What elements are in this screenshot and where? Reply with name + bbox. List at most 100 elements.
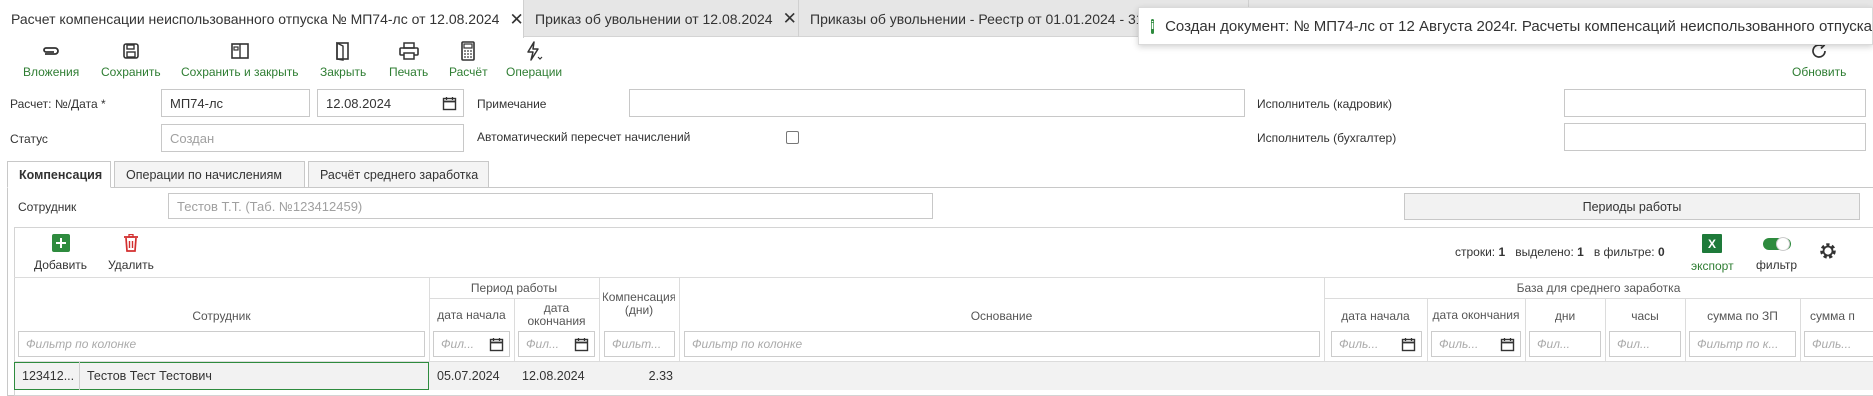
filter-placeholder: Фил...	[526, 337, 559, 351]
col-sum-p-header[interactable]: сумма п	[1800, 306, 1873, 326]
col-zp-sum-header[interactable]: сумма по ЗП	[1685, 306, 1800, 326]
row-wp-end[interactable]: 12.08.2024	[522, 362, 597, 390]
print-label: Печать	[389, 65, 429, 79]
employee-input[interactable]: Тестов Т.Т. (Таб. №123412459)	[168, 193, 933, 219]
col-days-header[interactable]: дни	[1525, 306, 1605, 326]
toggle-on-icon	[1762, 236, 1791, 255]
tab-accrual-operations[interactable]: Операции по начислениям	[114, 161, 305, 188]
basis-filter-input[interactable]: Фильтр по колонке	[684, 331, 1320, 357]
base-sub-line	[1324, 298, 1873, 299]
save-close-icon	[230, 40, 250, 62]
toast-text: Создан документ: № МП74-лс от 12 Августа…	[1165, 17, 1873, 35]
col-wp-start-header[interactable]: дата начала	[429, 299, 514, 331]
add-button[interactable]: Добавить	[34, 234, 87, 272]
delete-label: Удалить	[108, 258, 154, 272]
base-end-filter-input[interactable]: Филь...	[1431, 331, 1521, 357]
tab-label: Приказы об увольнении - Реестр от 01.01.…	[810, 10, 1148, 27]
hr-executor-input[interactable]	[1564, 89, 1866, 117]
save-close-button[interactable]: Сохранить и закрыть	[181, 40, 298, 79]
col-basis-header[interactable]: Основание	[679, 306, 1324, 326]
accountant-executor-label: Исполнитель (бухгалтер)	[1257, 131, 1397, 145]
filtered-label: в фильтре:	[1593, 245, 1655, 259]
calculator-icon	[460, 40, 476, 62]
hr-executor-label: Исполнитель (кадровик)	[1257, 97, 1392, 111]
filter-placeholder: Фил...	[441, 337, 474, 351]
add-label: Добавить	[34, 258, 88, 272]
filter-toggle[interactable]: фильтр	[1756, 236, 1797, 272]
rows-count: 1	[1498, 245, 1506, 259]
col-divider	[79, 362, 80, 390]
zp-sum-filter-input[interactable]: Фильтр по к...	[1689, 331, 1796, 357]
date-input[interactable]: 12.08.2024	[317, 89, 464, 117]
base-start-filter-input[interactable]: Филь...	[1331, 331, 1422, 357]
calc-label: Расчёт	[449, 65, 488, 79]
employee-label: Сотрудник	[18, 200, 77, 214]
tab-compensation-calc[interactable]: Расчет компенсации неиспользованного отп…	[0, 0, 524, 38]
sum-p-filter-input[interactable]: Филь...	[1804, 331, 1873, 357]
attachments-button[interactable]: Вложения	[23, 40, 79, 79]
calendar-icon[interactable]	[1500, 337, 1515, 355]
excel-icon: X	[1702, 234, 1723, 256]
print-button[interactable]: Печать	[389, 40, 428, 79]
export-button[interactable]: X экспорт	[1691, 234, 1734, 273]
attachments-label: Вложения	[23, 65, 80, 79]
save-button[interactable]: Сохранить	[101, 40, 161, 79]
calendar-icon[interactable]	[489, 337, 504, 355]
svg-text:X: X	[1708, 237, 1716, 251]
tab-compensation[interactable]: Компенсация	[7, 161, 111, 188]
rows-label: строки:	[1455, 245, 1496, 259]
calendar-icon[interactable]	[574, 337, 589, 355]
col-hours-header[interactable]: часы	[1605, 306, 1685, 326]
tab-dismissal-order[interactable]: Приказ об увольнении от 12.08.2024 ✕	[524, 0, 799, 37]
operations-button[interactable]: Операции	[506, 40, 562, 79]
wp-start-filter-input[interactable]: Фил...	[433, 331, 510, 357]
number-input[interactable]: МП74-лс	[161, 89, 310, 117]
auto-recalc-label: Автоматический пересчет начислений	[477, 130, 691, 144]
calendar-icon[interactable]	[442, 96, 457, 114]
selected-label: выделено:	[1515, 245, 1574, 259]
days-filter-input[interactable]: Фил...	[1529, 331, 1601, 357]
tab-label: Расчет компенсации неиспользованного отп…	[11, 11, 500, 27]
operations-label: Операции	[506, 65, 563, 79]
calendar-icon[interactable]	[1401, 337, 1416, 355]
calc-button[interactable]: Расчёт	[449, 40, 488, 79]
tab-label: Приказ об увольнении от 12.08.2024	[535, 10, 773, 27]
tab-average-salary[interactable]: Расчёт среднего заработка	[308, 161, 489, 188]
hours-filter-input[interactable]: Фил...	[1609, 331, 1681, 357]
wp-end-filter-input[interactable]: Фил...	[518, 331, 595, 357]
auto-recalc-checkbox[interactable]	[786, 131, 799, 144]
col-base-end-header[interactable]: дата окончания	[1427, 299, 1525, 331]
grid-stats: строки: 1 выделено: 1 в фильтре: 0	[1455, 245, 1665, 259]
save-label: Сохранить	[101, 65, 161, 79]
save-icon	[122, 40, 140, 62]
notification-toast: i Создан документ: № МП74-лс от 12 Авгус…	[1138, 7, 1873, 45]
refresh-label: Обновить	[1792, 65, 1847, 79]
close-button[interactable]: Закрыть	[320, 40, 366, 79]
filter-label: фильтр	[1756, 258, 1798, 272]
status-input[interactable]: Создан	[161, 124, 464, 152]
row-comp-days[interactable]: 2.33	[602, 362, 673, 390]
col-work-period-header: Период работы	[470, 280, 558, 295]
close-icon[interactable]: ✕	[783, 10, 797, 27]
row-employee-name[interactable]: Тестов Тест Тестович	[87, 362, 422, 390]
comp-days-filter-input[interactable]: Фильт...	[604, 331, 675, 357]
col-comp-days-header[interactable]: Компенсация (дни)	[603, 279, 675, 329]
gear-icon[interactable]	[1818, 241, 1838, 264]
row-tab-number[interactable]: 123412...	[22, 362, 78, 390]
col-wp-end-header[interactable]: дата окончания	[514, 299, 599, 331]
filtered-count: 0	[1657, 245, 1665, 259]
accountant-executor-input[interactable]	[1564, 123, 1866, 151]
delete-button[interactable]: Удалить	[108, 233, 154, 272]
close-icon[interactable]: ✕	[509, 11, 523, 28]
row-wp-start[interactable]: 05.07.2024	[437, 362, 512, 390]
calc-number-date-label: Расчет: №/Дата *	[10, 97, 106, 111]
note-input[interactable]	[629, 89, 1245, 117]
lightning-icon	[525, 40, 543, 62]
employee-filter-input[interactable]: Фильтр по колонке	[18, 331, 425, 357]
refresh-button[interactable]: Обновить	[1792, 40, 1846, 79]
col-base-start-header[interactable]: дата начала	[1324, 306, 1427, 326]
col-employee-header[interactable]: Сотрудник	[14, 306, 429, 326]
door-icon	[335, 40, 351, 62]
work-periods-button[interactable]: Периоды работы	[1404, 193, 1860, 220]
date-value: 12.08.2024	[326, 95, 392, 111]
